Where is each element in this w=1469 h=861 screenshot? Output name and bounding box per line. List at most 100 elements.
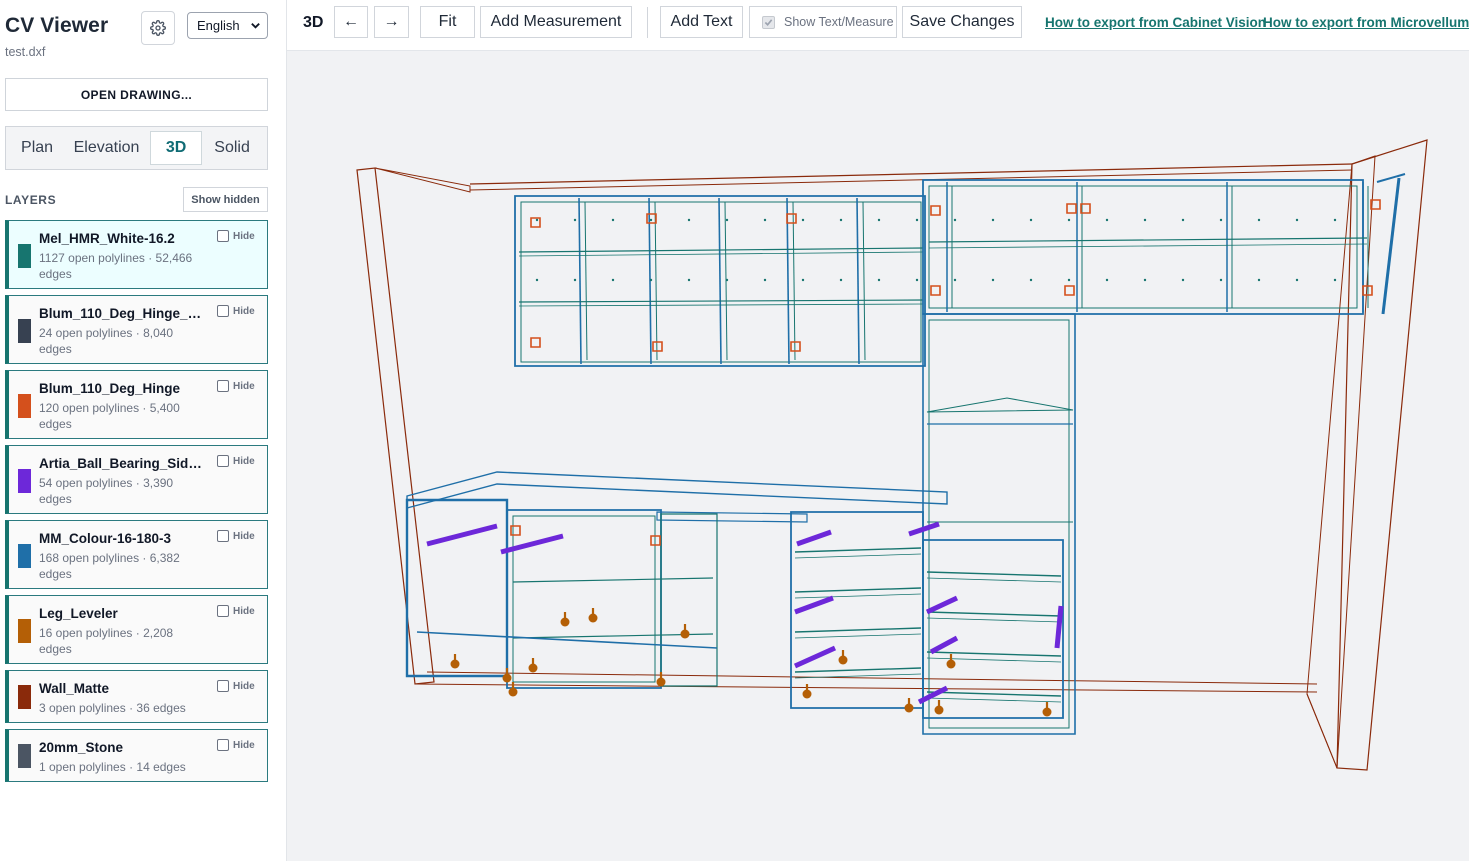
drawer-box [926, 651, 1062, 657]
settings-button[interactable] [141, 11, 175, 45]
upper-right-end [1376, 173, 1406, 183]
detail-point [915, 218, 919, 222]
detail-point [1181, 218, 1185, 222]
sidebar: CV Viewer test.dxf English OPEN DRAWING.… [0, 0, 287, 861]
drawer-slide [796, 529, 832, 547]
layer-hide-checkbox[interactable] [217, 305, 229, 317]
layer-hide-checkbox[interactable] [217, 455, 229, 467]
layer-hide-toggle[interactable]: Hide [217, 680, 255, 692]
layer-hide-checkbox[interactable] [217, 380, 229, 392]
drawer-slide [500, 533, 564, 555]
layer-name: Blum_110_Deg_Hinge [39, 381, 181, 396]
layer-hide-label: Hide [233, 605, 255, 617]
drawer-slide [929, 635, 959, 655]
add-text-button[interactable]: Add Text [660, 6, 743, 38]
detail-point [687, 278, 691, 282]
hinge-plate [530, 217, 541, 228]
upper-divider [578, 197, 582, 365]
hinge-plate [930, 285, 941, 296]
layer-item[interactable]: MM_Colour-16-180-3 168 open polylines · 6… [5, 520, 268, 589]
upper-divider-inner [792, 201, 796, 361]
detail-point [801, 278, 805, 282]
language-select[interactable]: English [187, 12, 268, 39]
open-drawing-button[interactable]: OPEN DRAWING... [5, 78, 268, 111]
detail-point [839, 218, 843, 222]
drawing-canvas[interactable] [287, 52, 1469, 861]
layer-hide-toggle[interactable]: Hide [217, 305, 255, 317]
layer-stats: 3 open polylines · 36 edges [39, 701, 186, 715]
layer-hide-toggle[interactable]: Hide [217, 739, 255, 751]
rotate-left-button[interactable]: ← [334, 6, 368, 38]
link-cabinet-vision[interactable]: How to export from Cabinet Vision [1045, 15, 1266, 30]
drawer-box [794, 627, 922, 633]
drawer-box [926, 617, 1062, 623]
upper-divider-inner [862, 201, 866, 361]
link-microvellum[interactable]: How to export from Microvellum [1263, 15, 1469, 30]
layer-color-swatch [18, 319, 31, 343]
tab-solid[interactable]: Solid [202, 131, 262, 165]
detail-point [915, 278, 919, 282]
layer-hide-toggle[interactable]: Hide [217, 230, 255, 242]
wall-left-top [374, 167, 471, 193]
layer-item[interactable]: Leg_Leveler 16 open polylines · 2,208 edg… [5, 595, 268, 664]
toolbar: 3D ← → Fit Add Measurement Add Text Show… [287, 0, 1469, 51]
layer-hide-toggle[interactable]: Hide [217, 530, 255, 542]
show-text-measure-toggle[interactable]: Show Text/Measure [749, 6, 897, 38]
layer-name: MM_Colour-16-180-3 [39, 531, 172, 546]
show-hidden-button[interactable]: Show hidden [183, 187, 268, 212]
layer-hide-label: Hide [233, 380, 255, 392]
layer-name: Wall_Matte [39, 681, 110, 696]
save-changes-button[interactable]: Save Changes [902, 6, 1022, 38]
layers-heading: LAYERS [5, 193, 57, 207]
detail-point [535, 218, 539, 222]
layer-item[interactable]: Artia_Ball_Bearing_Side_... 54 open polyl… [5, 445, 268, 514]
layer-item[interactable]: Blum_110_Deg_Hinge_Pl... 24 open polyline… [5, 295, 268, 364]
layer-color-swatch [18, 244, 31, 268]
layer-color-swatch [18, 544, 31, 568]
layer-hide-label: Hide [233, 530, 255, 542]
detail-point [725, 218, 729, 222]
tab-plan[interactable]: Plan [11, 131, 63, 165]
layer-hide-toggle[interactable]: Hide [217, 455, 255, 467]
app-root: CV Viewer test.dxf English OPEN DRAWING.… [0, 0, 1469, 861]
drawer-box [926, 657, 1062, 663]
layer-item[interactable]: Blum_110_Deg_Hinge 120 open polylines · 5… [5, 370, 268, 439]
rotate-right-button[interactable]: → [374, 6, 409, 38]
layer-hide-checkbox[interactable] [217, 605, 229, 617]
lower-shelf [512, 577, 714, 583]
detail-point [573, 218, 577, 222]
view-tabs: Plan Elevation 3D Solid [5, 126, 268, 170]
hinge-plate [646, 213, 657, 224]
detail-point [953, 278, 957, 282]
layer-item[interactable]: Wall_Matte 3 open polylines · 36 edges Hid… [5, 670, 268, 723]
layer-name: 20mm_Stone [39, 740, 124, 755]
layer-stats: 1127 open polylines · 52,466 edges [39, 251, 193, 281]
layer-hide-checkbox[interactable] [217, 530, 229, 542]
detail-point [763, 278, 767, 282]
hinge-plate [1066, 203, 1077, 214]
layer-hide-checkbox[interactable] [217, 680, 229, 692]
layer-item[interactable]: Mel_HMR_White-16.2 1127 open polylines · … [5, 220, 268, 289]
layer-hide-checkbox[interactable] [217, 739, 229, 751]
tab-3d[interactable]: 3D [149, 131, 203, 165]
hinge-plate [510, 525, 521, 536]
file-name: test.dxf [5, 45, 46, 59]
layer-hide-toggle[interactable]: Hide [217, 605, 255, 617]
layer-color-swatch [18, 469, 31, 493]
upper-divider-inner [584, 201, 588, 361]
layer-hide-toggle[interactable]: Hide [217, 380, 255, 392]
hinge-plate [790, 341, 801, 352]
fit-button[interactable]: Fit [420, 6, 475, 38]
drawer-slide [794, 595, 834, 615]
show-text-measure-label: Show Text/Measure [784, 15, 894, 29]
upper-cabinet-right-inner [928, 185, 1358, 309]
show-text-measure-checkbox[interactable] [762, 15, 775, 29]
gear-icon [150, 20, 166, 36]
drawer-box [794, 667, 922, 673]
layer-item[interactable]: 20mm_Stone 1 open polylines · 14 edges Hid… [5, 729, 268, 782]
layer-hide-checkbox[interactable] [217, 230, 229, 242]
drawer-slide [908, 521, 940, 537]
add-measurement-button[interactable]: Add Measurement [480, 6, 632, 38]
tab-elevation[interactable]: Elevation [63, 131, 150, 165]
detail-point [687, 218, 691, 222]
